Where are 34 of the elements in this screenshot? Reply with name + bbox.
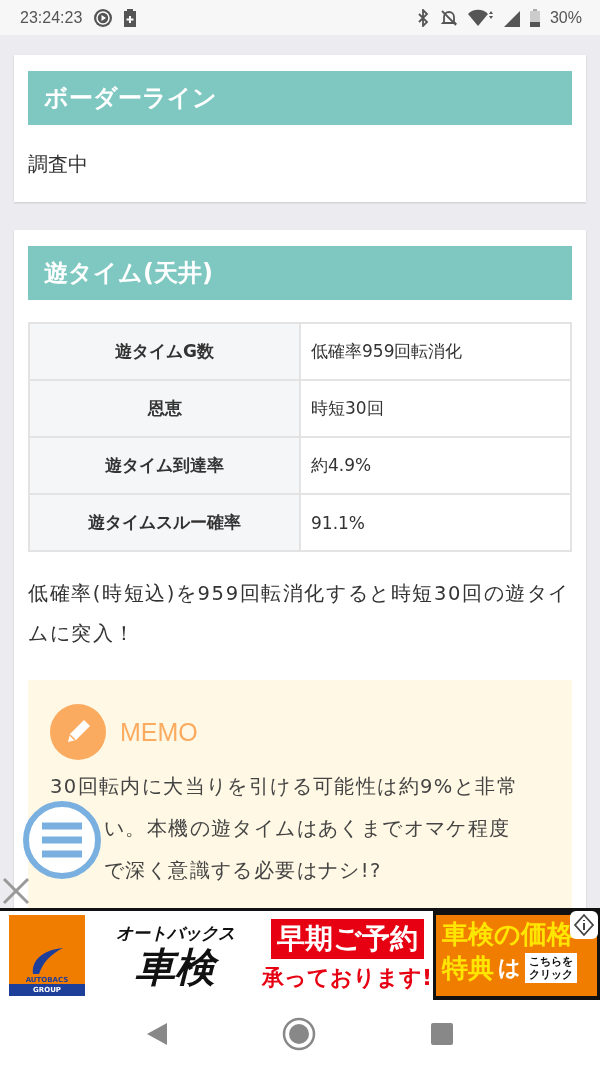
home-icon[interactable] [282,1016,316,1051]
table-cell: 時短30回 [300,380,571,437]
row-label: 遊タイムG数 [29,323,300,380]
clock-time: 23:24:23 [20,8,83,27]
row-label: 遊タイムスルー確率 [29,494,300,551]
memo-text-line: で深く意識する必要はナシ!? [104,858,382,884]
table-cell: 約4.9% [300,437,571,494]
bell-muted-icon [439,8,458,27]
row-label: 恩恵 [29,380,300,437]
pencil-icon [50,704,106,760]
description-text: 低確率(時短込)を959回転消化すると時短30回の遊タイムに突入！ [28,581,572,647]
wifi-icon [467,8,494,27]
info-icon[interactable] [570,911,598,939]
bluetooth-icon [415,8,430,27]
back-icon[interactable] [147,1022,168,1045]
memo-text-line: い。本機の遊タイムはあくまでオマケ程度 [104,816,511,842]
battery-percent: 30% [549,8,582,27]
play-icon [94,8,113,27]
battery-plus-icon [124,8,137,27]
brand-text: オートバックス [115,922,235,945]
close-icon[interactable] [2,877,30,905]
headline-banner: 早期ご予約 [270,918,424,959]
memo-title: MEMO [120,717,198,747]
click-button[interactable]: こちらを クリック [525,953,577,983]
body-text: 調査中 [28,151,89,178]
section-heading: 遊タイム(天井) [28,246,572,300]
battery-icon [529,8,540,27]
row-label: 遊タイム到達率 [29,437,300,494]
memo-text-line: 30回転内に大当りを引ける可能性は約9%と非常 [50,774,518,800]
recents-icon[interactable] [430,1022,453,1045]
table-cell: 91.1% [300,494,571,551]
section-heading: ボーダーライン [28,71,572,125]
table-cell: 低確率959回転消化 [300,323,571,380]
subline-text: 承っております! [261,963,432,992]
